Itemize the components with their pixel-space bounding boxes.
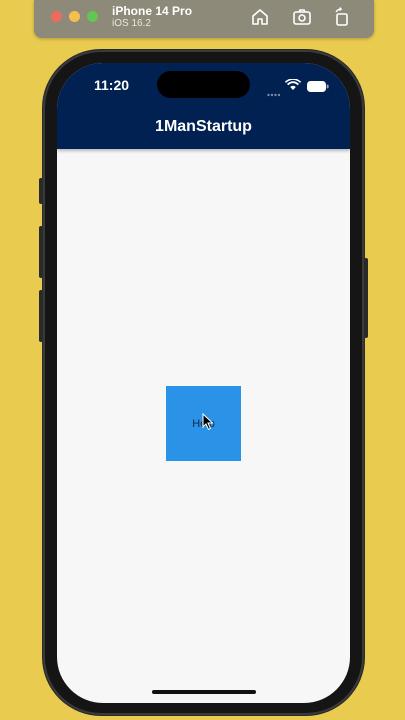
dynamic-island: [157, 71, 250, 98]
status-time: 11:20: [94, 77, 130, 93]
minimize-window-button[interactable]: [69, 11, 80, 22]
rotate-icon[interactable]: [332, 7, 352, 27]
home-icon[interactable]: [250, 7, 270, 27]
os-version: iOS 16.2: [112, 18, 151, 29]
close-window-button[interactable]: [51, 11, 62, 22]
volume-up-button: [39, 226, 43, 278]
page-title: 1ManStartup: [155, 118, 252, 135]
zoom-window-button[interactable]: [87, 11, 98, 22]
device-name: iPhone 14 Pro: [112, 4, 193, 18]
power-button: [364, 258, 368, 338]
app-bar: 11:20 1ManStartup: [57, 63, 350, 149]
volume-down-button: [39, 290, 43, 342]
battery-icon: [307, 79, 329, 97]
signal-icon: [267, 84, 281, 102]
phone-screen: 11:20 1ManStartup Help: [57, 63, 350, 703]
simulator-title: iPhone 14 Pro iOS 16.2: [112, 4, 192, 30]
mute-switch: [39, 178, 43, 204]
wifi-icon: [284, 78, 302, 96]
home-indicator[interactable]: [152, 690, 256, 694]
simulator-toolbar: iPhone 14 Pro iOS 16.2: [34, 0, 374, 38]
screenshot-icon[interactable]: [292, 7, 312, 27]
mouse-pointer-icon: [202, 412, 214, 436]
